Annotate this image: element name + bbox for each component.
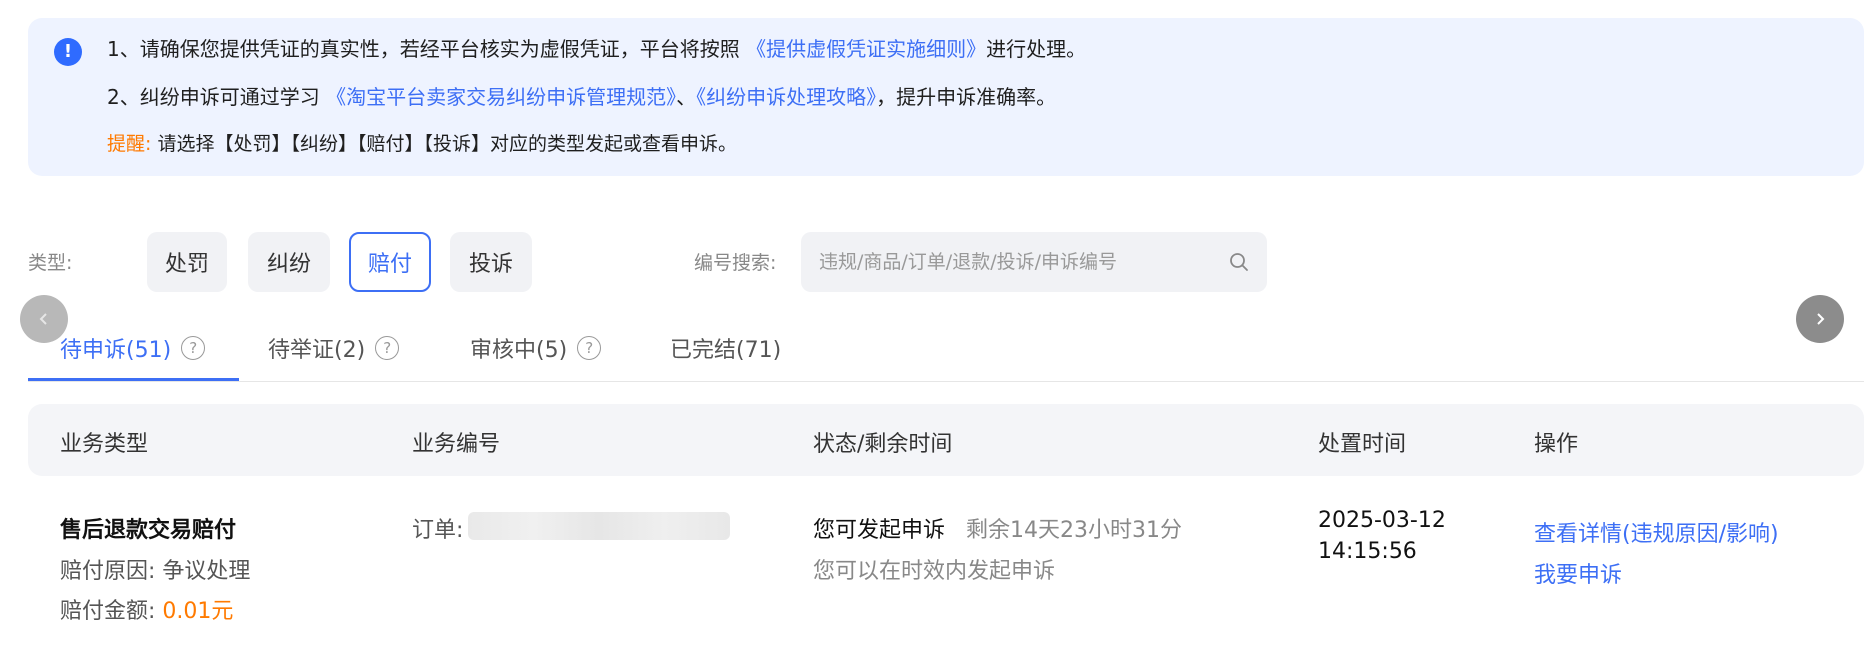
search-input[interactable] [819, 232, 1219, 292]
question-icon[interactable]: ? [375, 336, 400, 360]
header-disposal-time: 处置时间 [1318, 432, 1407, 457]
tab-label: 审核中(5) [470, 338, 568, 363]
redacted-order-number [468, 512, 730, 540]
question-icon[interactable]: ? [181, 336, 206, 360]
type-button-compensation[interactable]: 赔付 [349, 232, 431, 292]
reminder-text: 请选择【处罚】【纠纷】【赔付】【投诉】对应的类型发起或查看申诉。 [157, 133, 737, 155]
type-button-complaint[interactable]: 投诉 [450, 232, 532, 292]
order-label: 订单: [412, 518, 464, 543]
tab-label: 待举证(2) [268, 338, 366, 363]
type-filter-label: 类型: [28, 252, 73, 274]
status-tabs: 待申诉(51) ? 待举证(2) ? 审核中(5) ? 已完结(71) [28, 320, 1864, 382]
reminder-label: 提醒: [107, 133, 152, 155]
status-line: 您可发起申诉 剩余14天23小时31分 [813, 512, 1182, 544]
tab-pending-appeal[interactable]: 待申诉(51) ? [60, 332, 206, 364]
tab-pending-evidence[interactable]: 待举证(2) ? [268, 332, 400, 364]
tab-label: 待申诉(51) [60, 338, 172, 363]
remaining-time: 剩余14天23小时31分 [966, 518, 1182, 543]
dispute-management-rules-link[interactable]: 《淘宝平台卖家交易纠纷申诉管理规范》 [326, 85, 676, 109]
exclamation-icon: ! [54, 38, 82, 66]
amount-label: 赔付金额: [60, 599, 156, 624]
amount-value: 0.01元 [162, 599, 234, 624]
reason-label: 赔付原因: [60, 559, 156, 584]
search-label: 编号搜索: [694, 252, 777, 274]
search-box [801, 232, 1267, 292]
header-business-number: 业务编号 [412, 432, 501, 457]
notice-line-1: 1、请确保您提供凭证的真实性，若经平台核实为虚假凭证，平台将按照 《提供虚假凭证… [107, 35, 1086, 63]
status-note: 您可以在时效内发起申诉 [813, 559, 1056, 584]
compensation-reason: 赔付原因: 争议处理 [60, 553, 250, 585]
tab-under-review[interactable]: 审核中(5) ? [470, 332, 602, 364]
reason-value: 争议处理 [162, 559, 251, 584]
notice-text: ，提升申诉准确率。 [876, 85, 1057, 109]
header-actions: 操作 [1534, 432, 1579, 457]
fake-evidence-rules-link[interactable]: 《提供虚假凭证实施细则》 [746, 37, 986, 61]
notice-text: 1、请确保您提供凭证的真实性，若经平台核实为虚假凭证，平台将按照 [107, 37, 740, 61]
tab-completed[interactable]: 已完结(71) [670, 332, 781, 364]
search-icon[interactable] [1229, 252, 1249, 272]
tab-label: 已完结(71) [670, 338, 782, 363]
compensation-amount: 赔付金额: 0.01元 [60, 593, 233, 625]
question-icon[interactable]: ? [577, 336, 602, 360]
status-text: 您可发起申诉 [813, 518, 946, 543]
type-button-penalty[interactable]: 处罚 [147, 232, 227, 292]
notice-text: 2、纠纷申诉可通过学习 [107, 85, 320, 109]
disposal-date: 2025-03-12 [1318, 508, 1446, 533]
table-header: 业务类型 业务编号 状态/剩余时间 处置时间 操作 [28, 404, 1864, 476]
notice-line-2: 2、纠纷申诉可通过学习 《淘宝平台卖家交易纠纷申诉管理规范》、《纠纷申诉处理攻略… [107, 83, 1056, 111]
dispute-guide-link[interactable]: 《纠纷申诉处理攻略》 [696, 85, 876, 109]
type-button-dispute[interactable]: 纠纷 [248, 232, 330, 292]
header-business-type: 业务类型 [60, 432, 149, 457]
notice-panel: ! 1、请确保您提供凭证的真实性，若经平台核实为虚假凭证，平台将按照 《提供虚假… [28, 18, 1864, 176]
view-details-link[interactable]: 查看详情(违规原因/影响) [1534, 516, 1779, 548]
notice-separator: 、 [676, 85, 697, 109]
disposal-time: 14:15:56 [1318, 539, 1417, 564]
business-type: 售后退款交易赔付 [60, 518, 237, 543]
active-tab-indicator [28, 378, 239, 381]
notice-reminder: 提醒: 请选择【处罚】【纠纷】【赔付】【投诉】对应的类型发起或查看申诉。 [107, 130, 737, 158]
appeal-link[interactable]: 我要申诉 [1534, 557, 1622, 589]
header-status: 状态/剩余时间 [813, 432, 953, 457]
notice-text: 进行处理。 [986, 37, 1087, 61]
